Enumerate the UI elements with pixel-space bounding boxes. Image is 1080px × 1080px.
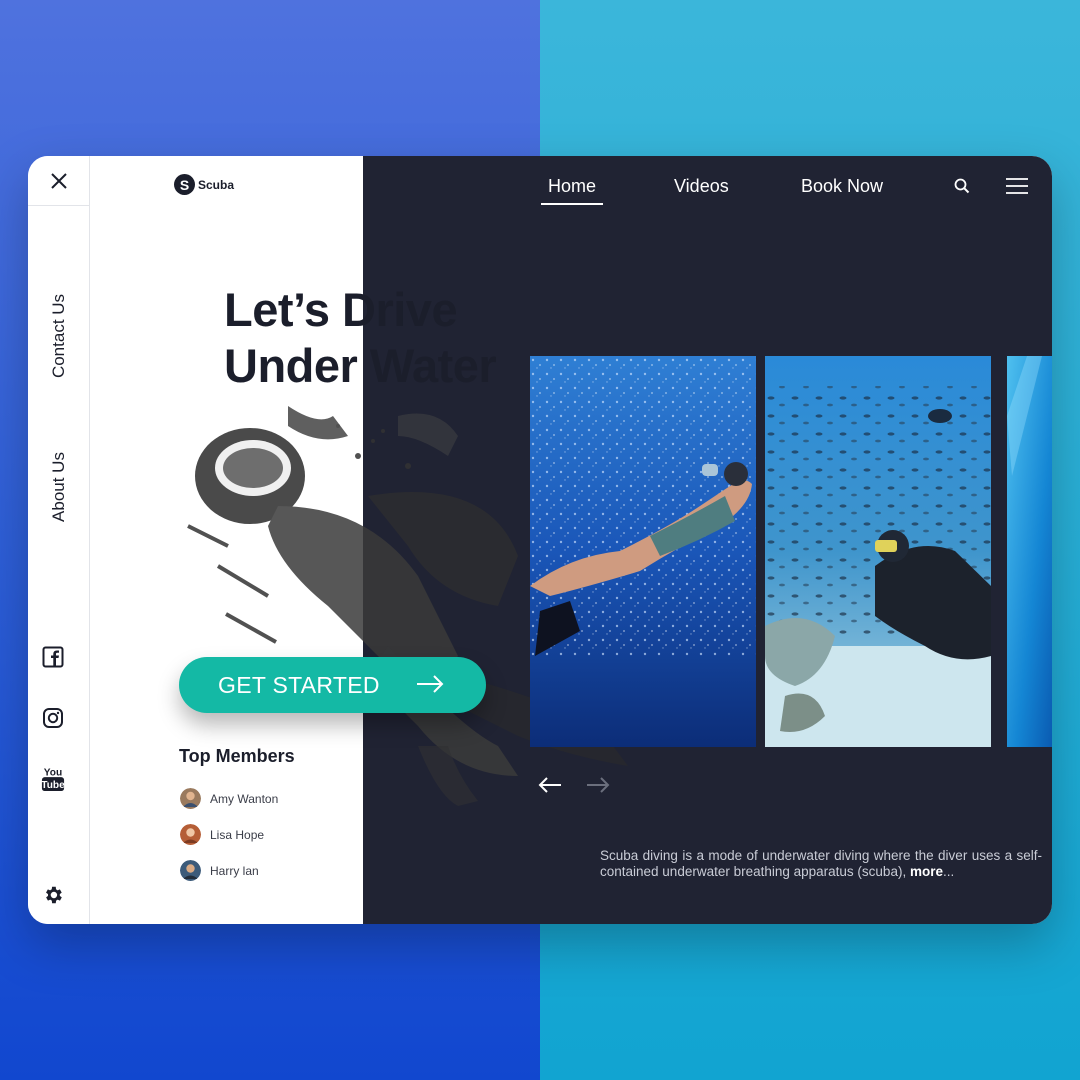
close-icon	[51, 172, 67, 189]
member-name: Amy Wanton	[210, 791, 279, 806]
more-link[interactable]: more	[910, 864, 943, 879]
prev-button[interactable]	[538, 776, 562, 799]
settings-button[interactable]	[41, 883, 65, 907]
member-name: Harry lan	[210, 863, 259, 878]
member-item[interactable]: Lisa Hope	[180, 824, 264, 845]
get-started-button[interactable]: GET STARTED	[179, 657, 486, 713]
arrow-right-icon	[587, 777, 610, 793]
side-rail: Contact Us About Us You Tube	[28, 156, 90, 924]
hero-title-line2: Under Water	[224, 339, 497, 392]
youtube-text-top: You	[44, 767, 62, 778]
hero-title: Let’s Drive Under Water	[224, 282, 497, 394]
blue-water-photo[interactable]	[1007, 356, 1052, 747]
arrow-right-icon	[417, 675, 444, 693]
gear-icon	[46, 886, 62, 904]
avatar	[180, 788, 201, 809]
nav-videos[interactable]: Videos	[674, 176, 729, 197]
avatar	[180, 860, 201, 881]
close-button[interactable]	[28, 156, 90, 206]
member-item[interactable]: Harry lan	[180, 860, 259, 881]
brand-name: Scuba	[198, 177, 235, 192]
description-ellipsis: ...	[942, 864, 955, 879]
menu-icon	[1006, 178, 1028, 194]
description-text: Scuba diving is a mode of underwater div…	[600, 848, 1042, 879]
brand-logo[interactable]: S Scuba	[174, 174, 234, 195]
hero-title-line1: Let’s Drive	[224, 283, 458, 336]
scuba-diver-reef-photo[interactable]	[765, 356, 991, 747]
about-us-link[interactable]: About Us	[49, 452, 69, 522]
search-button[interactable]	[954, 178, 970, 199]
get-started-label: GET STARTED	[218, 671, 380, 698]
instagram-icon[interactable]	[41, 706, 65, 730]
top-members-title: Top Members	[179, 746, 295, 766]
nav-home[interactable]: Home	[540, 176, 604, 205]
member-name: Lisa Hope	[210, 827, 265, 842]
youtube-icon[interactable]: You Tube	[41, 764, 65, 794]
youtube-text-bottom: Tube	[41, 780, 65, 791]
next-button[interactable]	[586, 776, 610, 799]
nav-book-now[interactable]: Book Now	[801, 176, 883, 197]
description: Scuba diving is a mode of underwater div…	[600, 848, 1042, 880]
menu-button[interactable]	[1006, 177, 1028, 200]
avatar	[180, 824, 201, 845]
facebook-icon[interactable]	[41, 645, 65, 669]
contact-us-link[interactable]: Contact Us	[49, 294, 69, 378]
search-icon	[954, 178, 970, 194]
app-window: S Scuba Contact Us About Us You Tube Let…	[28, 156, 1052, 924]
arrow-left-icon	[538, 777, 561, 793]
member-item[interactable]: Amy Wanton	[180, 788, 278, 809]
freediver-photo[interactable]	[530, 356, 756, 747]
logo-mark: S	[174, 174, 195, 195]
